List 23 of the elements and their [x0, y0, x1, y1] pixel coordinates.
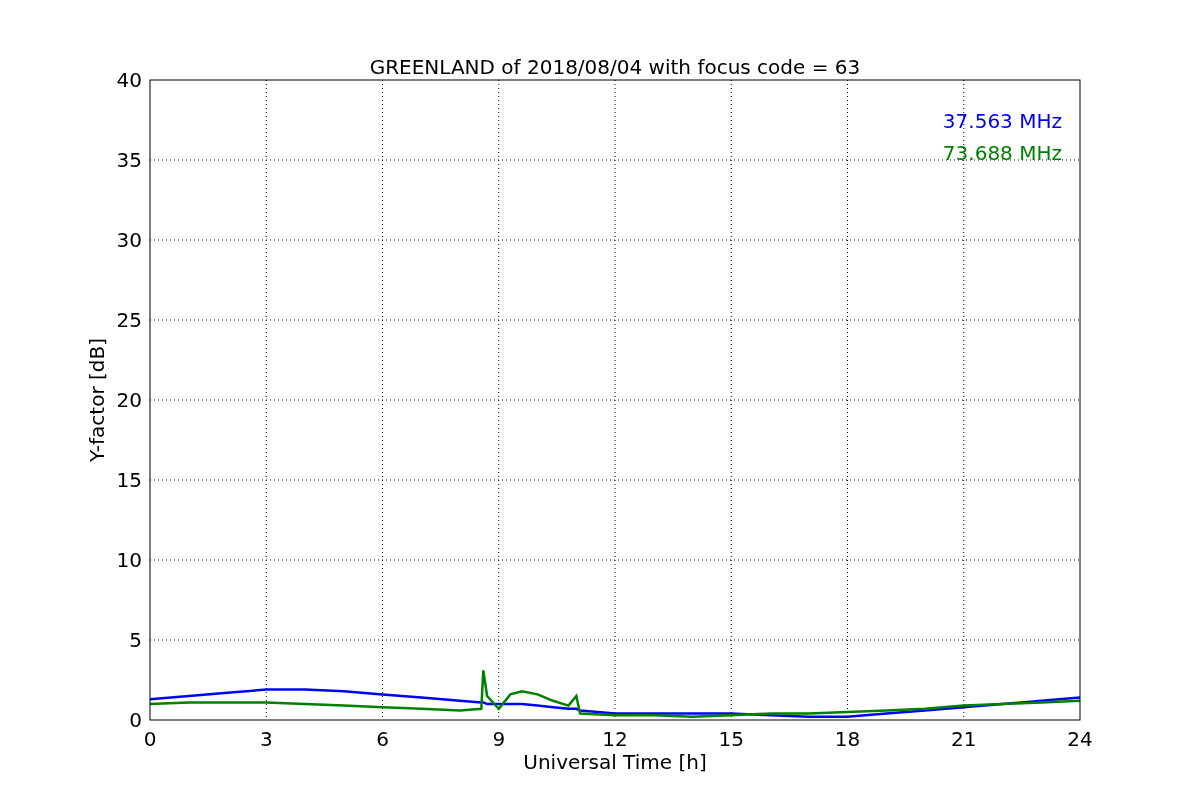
- tick-label: 0: [129, 708, 142, 732]
- tick-label: 3: [259, 727, 273, 751]
- legend-label: 73.688 MHz: [942, 141, 1062, 165]
- legend-label: 37.563 MHz: [942, 109, 1062, 133]
- chart-title: GREENLAND of 2018/08/04 with focus code = 63: [369, 55, 861, 79]
- axis-label: Y-factor [dB]: [85, 338, 109, 462]
- tick-label: 0: [143, 727, 157, 751]
- tick-label: 30: [116, 228, 142, 252]
- tick-label: 20: [116, 388, 142, 412]
- tick-label: 5: [129, 628, 142, 652]
- tick-label: 9: [492, 727, 506, 751]
- tick-label: 6: [376, 727, 389, 751]
- tick-label: 21: [951, 727, 977, 751]
- tick-label: 24: [1067, 727, 1093, 751]
- tick-label: 15: [116, 468, 142, 492]
- axis-label: Universal Time [h]: [523, 750, 707, 774]
- tick-label: 10: [116, 548, 142, 572]
- tick-label: 35: [116, 148, 142, 172]
- tick-label: 25: [116, 308, 142, 332]
- tick-label: 40: [116, 68, 142, 92]
- tick-label: 15: [718, 727, 744, 751]
- tick-label: 12: [602, 727, 628, 751]
- tick-label: 18: [834, 727, 861, 751]
